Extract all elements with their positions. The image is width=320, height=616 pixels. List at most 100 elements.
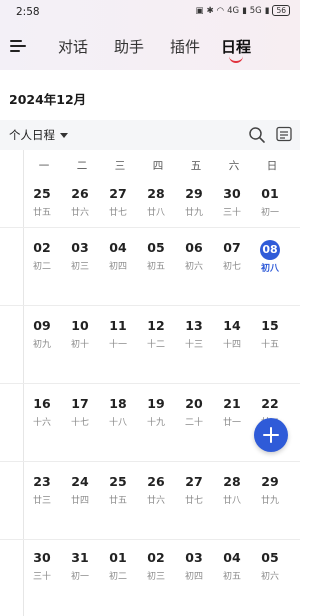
week-row: 09 初九 10 初十 11 十一 12 十二 13 十三 14 十四 15 十五 xyxy=(0,306,300,384)
lunar-date: 廿六 xyxy=(70,208,89,218)
day-number: 17 xyxy=(71,396,89,411)
day-cell[interactable]: 12 十二 xyxy=(136,316,176,356)
day-cell[interactable]: 02 初三 xyxy=(136,548,176,588)
day-number: 30 xyxy=(33,550,51,565)
day-cell[interactable]: 27 廿七 xyxy=(174,472,214,512)
day-cell[interactable]: 05 初六 xyxy=(250,548,290,588)
day-cell-today[interactable]: 08 初八 xyxy=(250,238,290,278)
calendar-view-icon[interactable] xyxy=(276,126,292,142)
day-cell[interactable]: 17 十七 xyxy=(60,394,100,434)
day-cell[interactable]: 29 廿九 xyxy=(250,472,290,512)
day-cell[interactable]: 29 廿九 xyxy=(174,184,214,224)
day-cell[interactable]: 23 廿三 xyxy=(22,472,62,512)
day-cell[interactable]: 28 廿八 xyxy=(136,184,176,224)
search-icon[interactable] xyxy=(248,126,266,144)
day-number: 01 xyxy=(109,550,127,565)
day-number: 26 xyxy=(71,186,89,201)
menu-icon[interactable] xyxy=(10,38,28,54)
status-icons: ▣ ✱ ◠ 4G ▮ 5G ▮ 56 xyxy=(196,5,290,16)
lunar-date: 初一 xyxy=(70,572,89,582)
day-number: 24 xyxy=(71,474,89,489)
tab-chat[interactable]: 对话 xyxy=(58,36,88,57)
lunar-date: 二十 xyxy=(184,418,203,428)
calendar-select[interactable]: 个人日程 xyxy=(9,127,68,143)
battery-icon: 56 xyxy=(272,5,290,16)
lunar-date: 初七 xyxy=(222,262,241,272)
day-cell[interactable]: 07 初七 xyxy=(212,238,252,278)
signal-a-label: 4G xyxy=(227,5,240,16)
day-cell[interactable]: 30 三十 xyxy=(212,184,252,224)
day-cell[interactable]: 15 十五 xyxy=(250,316,290,356)
lunar-date: 廿九 xyxy=(260,496,279,506)
day-cell[interactable]: 10 初十 xyxy=(60,316,100,356)
day-number: 15 xyxy=(261,318,279,333)
day-cell[interactable]: 11 十一 xyxy=(98,316,138,356)
lunar-date: 初三 xyxy=(146,572,165,582)
day-cell[interactable]: 03 初四 xyxy=(174,548,214,588)
day-cell[interactable]: 25 廿五 xyxy=(22,184,62,224)
filter-bar: 个人日程 xyxy=(0,120,300,150)
month-title[interactable]: 2024年12月 xyxy=(9,89,86,108)
day-number: 26 xyxy=(147,474,165,489)
lunar-date: 十九 xyxy=(146,418,165,428)
day-cell[interactable]: 06 初六 xyxy=(174,238,214,278)
day-cell[interactable]: 26 廿六 xyxy=(60,184,100,224)
day-number: 25 xyxy=(109,474,127,489)
lunar-date: 十二 xyxy=(146,340,165,350)
tab-schedule[interactable]: 日程 xyxy=(221,36,251,57)
day-cell[interactable]: 14 十四 xyxy=(212,316,252,356)
tab-plugins[interactable]: 插件 xyxy=(170,36,200,57)
add-event-button[interactable] xyxy=(254,418,288,452)
day-cell[interactable]: 28 廿八 xyxy=(212,472,252,512)
week-row: 25 廿五 26 廿六 27 廿七 28 廿八 29 廿九 30 三十 01 初一 xyxy=(0,150,300,228)
lunar-date: 初二 xyxy=(108,572,127,582)
day-number: 02 xyxy=(33,240,51,255)
day-number: 02 xyxy=(147,550,165,565)
day-cell[interactable]: 24 廿四 xyxy=(60,472,100,512)
lunar-date: 廿七 xyxy=(184,496,203,506)
week-row: 02 初二 03 初三 04 初四 05 初五 06 初六 07 初七 08 初八 xyxy=(0,228,300,306)
day-cell[interactable]: 27 廿七 xyxy=(98,184,138,224)
day-cell[interactable]: 01 初一 xyxy=(250,184,290,224)
day-cell[interactable]: 20 二十 xyxy=(174,394,214,434)
day-number: 03 xyxy=(71,240,89,255)
day-cell[interactable]: 04 初四 xyxy=(98,238,138,278)
day-cell[interactable]: 21 廿一 xyxy=(212,394,252,434)
day-cell[interactable]: 26 廿六 xyxy=(136,472,176,512)
day-cell[interactable]: 01 初二 xyxy=(98,548,138,588)
week-row: 30 三十 31 初一 01 初二 02 初三 03 初四 04 初五 05 初六 xyxy=(0,540,300,616)
day-number: 28 xyxy=(223,474,241,489)
lunar-date: 廿五 xyxy=(108,496,127,506)
day-cell[interactable]: 25 廿五 xyxy=(98,472,138,512)
lunar-date: 初五 xyxy=(146,262,165,272)
day-cell[interactable]: 30 三十 xyxy=(22,548,62,588)
day-cell[interactable]: 13 十三 xyxy=(174,316,214,356)
day-number: 11 xyxy=(109,318,127,333)
day-number: 16 xyxy=(33,396,51,411)
day-cell[interactable]: 09 初九 xyxy=(22,316,62,356)
lunar-date: 初十 xyxy=(70,340,89,350)
day-cell[interactable]: 03 初三 xyxy=(60,238,100,278)
lunar-date: 初二 xyxy=(32,262,51,272)
day-number: 20 xyxy=(185,396,203,411)
day-number: 25 xyxy=(33,186,51,201)
day-cell[interactable]: 19 十九 xyxy=(136,394,176,434)
day-cell[interactable]: 18 十八 xyxy=(98,394,138,434)
tab-assistant[interactable]: 助手 xyxy=(114,36,144,57)
lunar-date: 十五 xyxy=(260,340,279,350)
lunar-date: 初一 xyxy=(260,208,279,218)
day-number: 12 xyxy=(147,318,165,333)
day-cell[interactable]: 31 初一 xyxy=(60,548,100,588)
lunar-date: 廿七 xyxy=(108,208,127,218)
day-cell[interactable]: 05 初五 xyxy=(136,238,176,278)
day-cell[interactable]: 04 初五 xyxy=(212,548,252,588)
day-number: 10 xyxy=(71,318,89,333)
lunar-date: 三十 xyxy=(32,572,51,582)
day-number: 05 xyxy=(261,550,279,565)
day-cell[interactable]: 02 初二 xyxy=(22,238,62,278)
lunar-date: 十一 xyxy=(108,340,127,350)
day-cell[interactable]: 16 十六 xyxy=(22,394,62,434)
day-number: 23 xyxy=(33,474,51,489)
bluetooth-icon: ✱ xyxy=(206,5,214,16)
calendar-select-label: 个人日程 xyxy=(9,128,55,142)
